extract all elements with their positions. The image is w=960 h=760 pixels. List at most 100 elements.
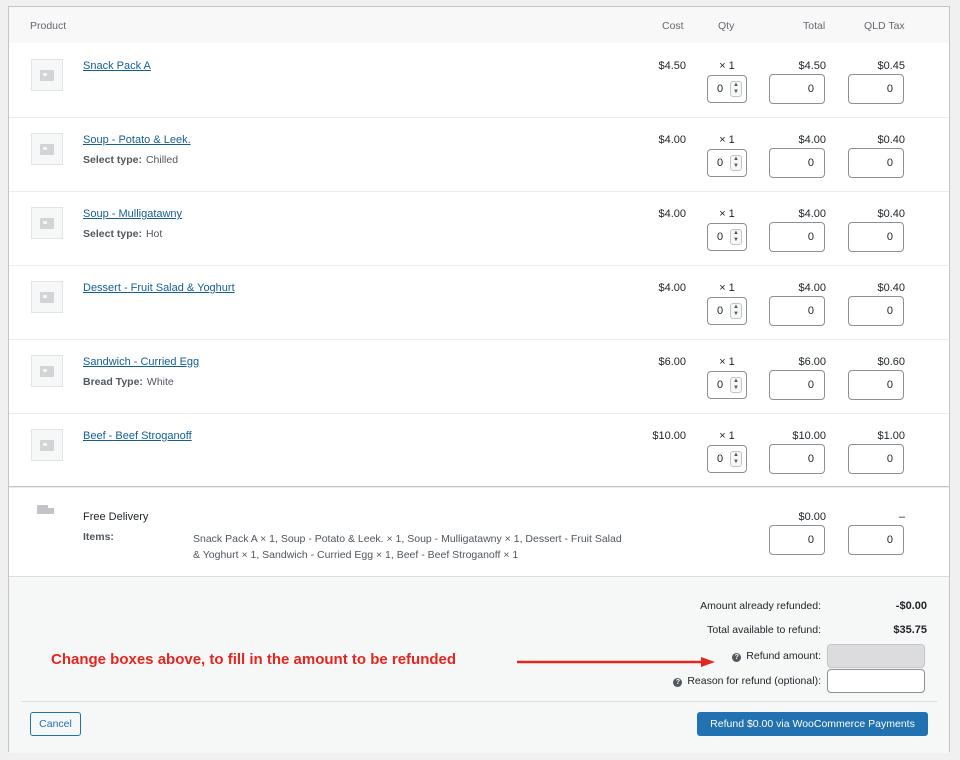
stepper-arrows-icon[interactable]: ▲ ▼ — [730, 451, 742, 467]
refund-total-input[interactable]: 0 — [769, 444, 825, 474]
refund-tax-input[interactable]: 0 — [848, 444, 904, 474]
shipping-items-text: Snack Pack A × 1, Soup - Potato & Leek. … — [193, 533, 622, 561]
refund-qty-value: 0 — [717, 305, 724, 317]
refund-qty-value: 0 — [717, 157, 724, 169]
product-thumbnail — [31, 59, 63, 91]
product-thumbnail — [31, 281, 63, 313]
item-tax: $0.40 — [877, 208, 905, 220]
item-cost: $4.00 — [658, 208, 686, 220]
product-thumbnail — [31, 207, 63, 239]
refund-qty-value: 0 — [717, 231, 724, 243]
product-link[interactable]: Soup - Mulligatawny — [83, 208, 182, 220]
refund-tax-input[interactable]: 0 — [848, 222, 904, 252]
item-qty: × 1 — [719, 282, 735, 294]
refund-qty-input[interactable]: 0 ▲ ▼ — [707, 445, 747, 473]
meta-value: Chilled — [145, 154, 179, 166]
product-link[interactable]: Dessert - Fruit Salad & Yoghurt — [83, 282, 235, 294]
item-qty: × 1 — [719, 356, 735, 368]
refund-qty-input[interactable]: 0 ▲ ▼ — [707, 223, 747, 251]
annotation-text: Change boxes above, to fill in the amoun… — [51, 651, 457, 668]
shipping-tax: – — [898, 511, 905, 523]
refund-amount-input[interactable] — [827, 644, 925, 668]
header-tax: QLD Tax — [864, 20, 905, 32]
item-qty: × 1 — [719, 208, 735, 220]
refund-qty-value: 0 — [717, 453, 724, 465]
shipping-refund-tax-input[interactable]: 0 — [848, 525, 904, 555]
refund-tax-input[interactable]: 0 — [848, 74, 904, 104]
product-link[interactable]: Soup - Potato & Leek. — [83, 134, 191, 146]
product-link[interactable]: Sandwich - Curried Egg — [83, 356, 199, 368]
help-icon[interactable]: ? — [732, 653, 742, 662]
image-placeholder-icon — [40, 217, 54, 229]
refund-total-input[interactable]: 0 — [769, 148, 825, 178]
product-link[interactable]: Beef - Beef Stroganoff — [83, 430, 192, 442]
stepper-arrows-icon[interactable]: ▲ ▼ — [730, 229, 742, 245]
refund-footer: Amount already refunded: -$0.00 Total av… — [9, 576, 949, 753]
reason-input[interactable] — [827, 669, 925, 693]
refund-total-input[interactable]: 0 — [769, 370, 825, 400]
help-icon[interactable]: ? — [673, 678, 683, 687]
image-placeholder-icon — [40, 143, 54, 155]
product-meta: Select type: Chilled — [83, 154, 178, 166]
item-tax: $0.40 — [877, 134, 905, 146]
item-total: $4.50 — [798, 60, 826, 72]
meta-key: Select type: — [83, 154, 142, 166]
refund-total-input[interactable]: 0 — [769, 74, 825, 104]
meta-value: Hot — [145, 228, 163, 240]
table-row: Soup - Mulligatawny Select type: Hot $4.00 ×… — [9, 192, 949, 266]
refund-tax-input[interactable]: 0 — [848, 148, 904, 178]
header-total: Total — [803, 20, 826, 32]
item-total: $6.00 — [798, 356, 826, 368]
shipping-refund-total-input[interactable]: 0 — [769, 525, 825, 555]
item-cost: $6.00 — [658, 356, 686, 368]
image-placeholder-icon — [40, 439, 54, 451]
available-label: Total available to refund: — [707, 624, 821, 636]
reason-label: Reason for refund (optional): — [687, 675, 821, 687]
header-qty: Qty — [718, 20, 735, 32]
cancel-button[interactable]: Cancel — [30, 712, 81, 736]
already-refunded-label: Amount already refunded: — [700, 600, 821, 612]
item-cost: $4.50 — [658, 60, 686, 72]
product-meta: Bread Type: White — [83, 376, 174, 388]
refund-panel: Product Cost Qty Total QLD Tax Snack Pac… — [8, 6, 950, 753]
table-row: Dessert - Fruit Salad & Yoghurt $4.00 × 1 $… — [9, 266, 949, 340]
shipping-total: $0.00 — [798, 511, 826, 523]
item-total: $4.00 — [798, 282, 826, 294]
refund-total-input[interactable]: 0 — [769, 296, 825, 326]
item-cost: $10.00 — [652, 430, 686, 442]
refund-amount-label-wrap: ? Refund amount: — [732, 650, 821, 662]
stepper-arrows-icon[interactable]: ▲ ▼ — [730, 377, 742, 393]
available-value: $35.75 — [893, 624, 927, 636]
item-cost: $4.00 — [658, 134, 686, 146]
refund-qty-input[interactable]: 0 ▲ ▼ — [707, 371, 747, 399]
item-qty: × 1 — [719, 60, 735, 72]
header-cost: Cost — [662, 20, 684, 32]
product-link[interactable]: Snack Pack A — [83, 60, 151, 72]
stepper-arrows-icon[interactable]: ▲ ▼ — [730, 81, 742, 97]
refund-qty-input[interactable]: 0 ▲ ▼ — [707, 297, 747, 325]
item-qty: × 1 — [719, 134, 735, 146]
refund-tax-input[interactable]: 0 — [848, 370, 904, 400]
table-row: Snack Pack A $4.50 × 1 $4.50 $0.45 0 ▲ ▼ 0 0 — [9, 44, 949, 118]
item-total: $10.00 — [792, 430, 826, 442]
table-row: Soup - Potato & Leek. Select type: Chilled… — [9, 118, 949, 192]
refund-qty-input[interactable]: 0 ▲ ▼ — [707, 75, 747, 103]
refund-amount-label: Refund amount: — [746, 650, 821, 662]
item-tax: $0.60 — [877, 356, 905, 368]
refund-tax-input[interactable]: 0 — [848, 296, 904, 326]
refund-total-input[interactable]: 0 — [769, 222, 825, 252]
shipping-items-label: Items: — [83, 531, 114, 543]
image-placeholder-icon — [40, 365, 54, 377]
item-total: $4.00 — [798, 134, 826, 146]
image-placeholder-icon — [40, 291, 54, 303]
meta-value: White — [146, 376, 174, 388]
shipping-icon — [37, 505, 55, 517]
product-thumbnail — [31, 355, 63, 387]
footer-divider — [21, 701, 937, 702]
item-qty: × 1 — [719, 430, 735, 442]
stepper-arrows-icon[interactable]: ▲ ▼ — [730, 303, 742, 319]
refund-qty-input[interactable]: 0 ▲ ▼ — [707, 149, 747, 177]
stepper-arrows-icon[interactable]: ▲ ▼ — [730, 155, 742, 171]
item-tax: $0.45 — [877, 60, 905, 72]
refund-button[interactable]: Refund $0.00 via WooCommerce Payments — [697, 712, 928, 736]
